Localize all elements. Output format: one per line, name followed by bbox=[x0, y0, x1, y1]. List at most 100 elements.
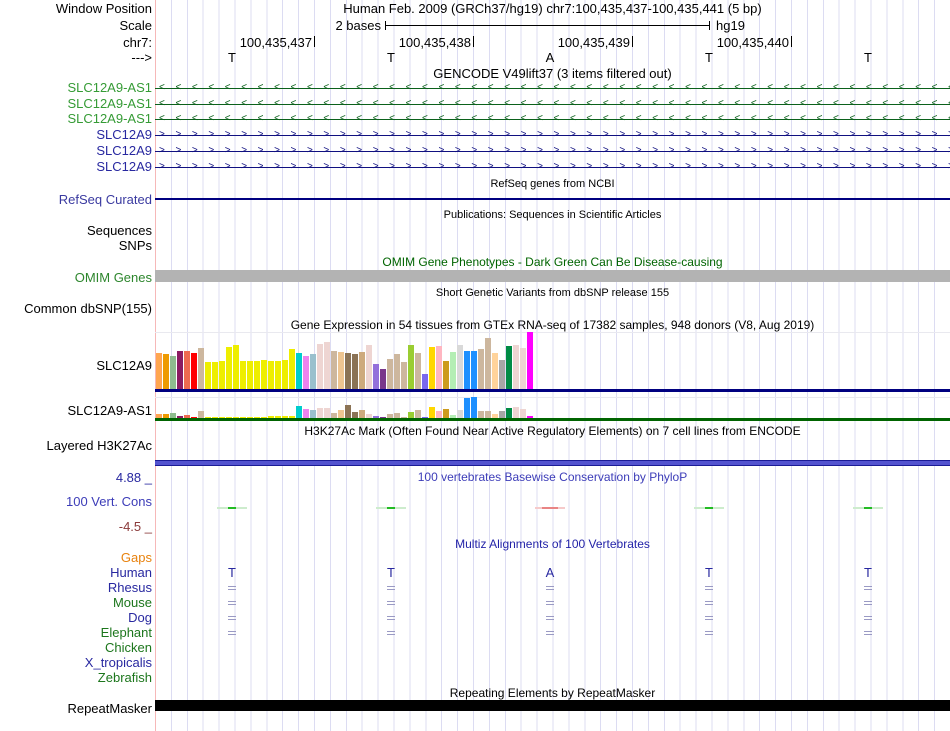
expression-bar[interactable] bbox=[275, 361, 281, 389]
common-dbsnp-label[interactable]: Common dbSNP(155) bbox=[0, 301, 152, 316]
expression-bar[interactable] bbox=[303, 409, 309, 418]
expression-bar[interactable] bbox=[345, 353, 351, 389]
expression-bar[interactable] bbox=[226, 417, 232, 418]
expression-bar[interactable] bbox=[289, 416, 295, 418]
species-label-x_tropicalis[interactable]: X_tropicalis bbox=[0, 655, 152, 670]
expression-bar[interactable] bbox=[366, 345, 372, 389]
expression-bar[interactable] bbox=[373, 364, 379, 389]
expression-bar[interactable] bbox=[212, 417, 218, 418]
expression-bar[interactable] bbox=[450, 415, 456, 418]
species-label-zebrafish[interactable]: Zebrafish bbox=[0, 670, 152, 685]
expression-bar[interactable] bbox=[275, 416, 281, 418]
expression-bar[interactable] bbox=[443, 361, 449, 389]
expression-bar[interactable] bbox=[443, 409, 449, 418]
expression-bar[interactable] bbox=[240, 361, 246, 389]
expression-bar[interactable] bbox=[338, 352, 344, 389]
expression-bar[interactable] bbox=[457, 345, 463, 389]
expression-bar[interactable] bbox=[261, 360, 267, 389]
expression-bar[interactable] bbox=[471, 397, 477, 418]
expression-bar[interactable] bbox=[415, 353, 421, 389]
refseq-curated-gene-line[interactable] bbox=[155, 198, 950, 200]
species-label-elephant[interactable]: Elephant bbox=[0, 625, 152, 640]
expression-bar[interactable] bbox=[359, 352, 365, 389]
layered-h3k27ac-signal-bar[interactable] bbox=[155, 460, 950, 466]
expression-bar[interactable] bbox=[317, 408, 323, 418]
expression-bar[interactable] bbox=[254, 361, 260, 389]
expression-bar[interactable] bbox=[261, 417, 267, 418]
gtex-slc12a9-as1-label[interactable]: SLC12A9-AS1 bbox=[0, 403, 152, 418]
expression-bar[interactable] bbox=[247, 417, 253, 418]
gene-label-slc12a9[interactable]: SLC12A9 bbox=[0, 159, 152, 174]
expression-bar[interactable] bbox=[198, 411, 204, 418]
omim-genes-label[interactable]: OMIM Genes bbox=[0, 270, 152, 285]
expression-bar[interactable] bbox=[436, 346, 442, 389]
expression-bar[interactable] bbox=[177, 351, 183, 389]
gene-label-slc12a9-as1[interactable]: SLC12A9-AS1 bbox=[0, 80, 152, 95]
expression-bar[interactable] bbox=[268, 361, 274, 389]
gene-label-slc12a9[interactable]: SLC12A9 bbox=[0, 143, 152, 158]
expression-bar[interactable] bbox=[380, 417, 386, 418]
expression-bar[interactable] bbox=[324, 342, 330, 389]
expression-bar[interactable] bbox=[219, 417, 225, 418]
expression-bar[interactable] bbox=[478, 349, 484, 389]
expression-bar[interactable] bbox=[331, 351, 337, 389]
expression-bar[interactable] bbox=[499, 360, 505, 389]
expression-bar[interactable] bbox=[415, 410, 421, 418]
expression-bar[interactable] bbox=[352, 354, 358, 389]
expression-bar[interactable] bbox=[450, 352, 456, 389]
expression-bar[interactable] bbox=[352, 412, 358, 418]
species-label-dog[interactable]: Dog bbox=[0, 610, 152, 625]
gtex-slc12a9-as1-baseline[interactable] bbox=[155, 418, 950, 421]
species-label-gaps[interactable]: Gaps bbox=[0, 550, 152, 565]
repeatmasker-label[interactable]: RepeatMasker bbox=[0, 701, 152, 716]
expression-bar[interactable] bbox=[394, 354, 400, 389]
expression-bar[interactable] bbox=[163, 354, 169, 389]
gene-label-slc12a9-as1[interactable]: SLC12A9-AS1 bbox=[0, 96, 152, 111]
expression-bar[interactable] bbox=[268, 416, 274, 418]
expression-bar[interactable] bbox=[394, 413, 400, 418]
species-label-chicken[interactable]: Chicken bbox=[0, 640, 152, 655]
expression-bar[interactable] bbox=[464, 398, 470, 418]
expression-bar[interactable] bbox=[506, 408, 512, 418]
expression-bar[interactable] bbox=[289, 349, 295, 389]
expression-bar[interactable] bbox=[485, 338, 491, 389]
expression-bar[interactable] bbox=[338, 410, 344, 418]
expression-bar[interactable] bbox=[436, 411, 442, 418]
sequences-track-label[interactable]: Sequences bbox=[0, 223, 152, 238]
omim-gene-bar[interactable] bbox=[155, 270, 950, 282]
expression-bar[interactable] bbox=[324, 408, 330, 418]
repeatmasker-element-bar[interactable] bbox=[155, 700, 950, 711]
gene-label-slc12a9-as1[interactable]: SLC12A9-AS1 bbox=[0, 111, 152, 126]
expression-bar[interactable] bbox=[408, 345, 414, 389]
expression-bar[interactable] bbox=[457, 410, 463, 418]
expression-bar[interactable] bbox=[170, 413, 176, 418]
expression-bar[interactable] bbox=[240, 417, 246, 418]
expression-bar[interactable] bbox=[205, 417, 211, 418]
expression-bar[interactable] bbox=[163, 414, 169, 418]
expression-bar[interactable] bbox=[401, 417, 407, 418]
expression-bar[interactable] bbox=[233, 345, 239, 389]
expression-bar[interactable] bbox=[359, 410, 365, 418]
expression-bar[interactable] bbox=[156, 414, 162, 418]
expression-bar[interactable] bbox=[485, 411, 491, 418]
expression-bar[interactable] bbox=[310, 354, 316, 389]
expression-bar[interactable] bbox=[506, 346, 512, 389]
gtex-slc12a9-label[interactable]: SLC12A9 bbox=[0, 358, 152, 373]
expression-bar[interactable] bbox=[296, 353, 302, 389]
expression-bar[interactable] bbox=[520, 348, 526, 389]
expression-bar[interactable] bbox=[471, 351, 477, 389]
expression-bar[interactable] bbox=[282, 360, 288, 389]
expression-bar[interactable] bbox=[205, 362, 211, 389]
expression-bar[interactable] bbox=[198, 348, 204, 389]
expression-bar[interactable] bbox=[212, 362, 218, 389]
expression-bar[interactable] bbox=[401, 362, 407, 389]
expression-bar[interactable] bbox=[527, 416, 533, 418]
expression-bar[interactable] bbox=[226, 347, 232, 389]
expression-bar[interactable] bbox=[478, 411, 484, 418]
expression-bar[interactable] bbox=[184, 351, 190, 389]
expression-bar[interactable] bbox=[492, 353, 498, 389]
expression-bar[interactable] bbox=[387, 359, 393, 389]
expression-bar[interactable] bbox=[156, 353, 162, 389]
expression-bar[interactable] bbox=[513, 407, 519, 418]
expression-bar[interactable] bbox=[527, 332, 533, 389]
